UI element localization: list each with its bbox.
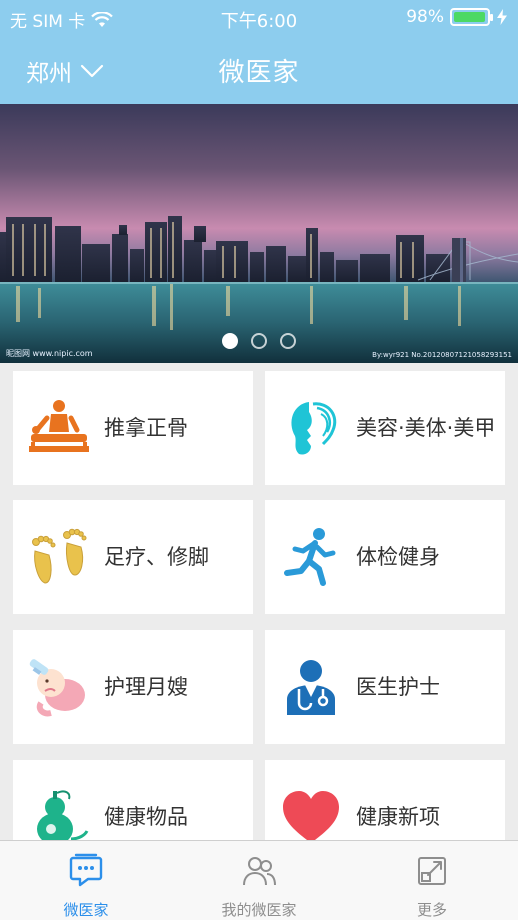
users-icon (243, 857, 276, 886)
tab-my-account[interactable]: 我的微医家 (173, 841, 345, 920)
charging-bolt-icon (497, 9, 507, 25)
tab-label: 微医家 (63, 901, 109, 919)
heart-icon (283, 791, 339, 840)
tab-home[interactable]: 微医家 (0, 841, 172, 920)
status-bar: 无 SIM 卡 下午6:00 98% (0, 0, 518, 36)
top-bar: 无 SIM 卡 下午6:00 98% 郑州 微医家 (0, 0, 518, 104)
running-man-icon (284, 528, 336, 586)
service-foot-care[interactable]: 足疗、修脚 (13, 500, 253, 614)
tab-bar: 微医家 我的微医家 更多 (0, 840, 518, 920)
service-doctor[interactable]: 医生护士 (265, 630, 505, 744)
service-nursing[interactable]: 护理月嫂 (13, 630, 253, 744)
carousel-dot-2[interactable] (251, 333, 267, 349)
service-grid: 推拿正骨 美容·美体·美甲 足疗、修脚 体检健身 护理月嫂 医生护士 健康物品 … (0, 363, 518, 840)
carousel-dot-1[interactable] (221, 333, 238, 349)
city-skyline-image (0, 216, 518, 363)
banner-carousel[interactable]: 昵图网 www.nipic.com By:wyr921 No.201208071… (0, 104, 518, 363)
service-new-health[interactable]: 健康新项 (265, 760, 505, 840)
nav-bar: 郑州 微医家 (0, 40, 518, 100)
service-massage[interactable]: 推拿正骨 (13, 371, 253, 485)
service-label: 医生护士 (356, 675, 440, 699)
service-health-goods[interactable]: 健康物品 (13, 760, 253, 840)
page-title: 微医家 (218, 58, 300, 88)
tab-label: 更多 (416, 901, 447, 919)
service-label: 护理月嫂 (104, 675, 188, 699)
service-label: 推拿正骨 (104, 416, 188, 440)
carousel-pagination (0, 333, 518, 353)
service-label: 美容·美体·美甲 (356, 416, 496, 440)
service-label: 体检健身 (356, 545, 440, 569)
tab-label: 我的微医家 (221, 901, 297, 919)
service-label: 足疗、修脚 (104, 545, 209, 569)
service-label: 健康新项 (356, 805, 440, 829)
carousel-dot-3[interactable] (280, 333, 297, 349)
external-link-icon (418, 857, 446, 885)
service-beauty[interactable]: 美容·美体·美甲 (265, 371, 505, 485)
battery-fill (454, 12, 486, 22)
service-label: 健康物品 (104, 805, 188, 829)
massage-icon (29, 400, 89, 452)
chat-bubble-icon (69, 853, 103, 887)
gourd-icon (37, 790, 89, 840)
status-right: 98% (406, 7, 508, 27)
footprints-icon (32, 528, 87, 584)
doctor-icon (287, 660, 335, 715)
baby-bottle-icon (29, 659, 85, 717)
tab-more[interactable]: 更多 (346, 841, 518, 920)
battery-icon (450, 8, 493, 26)
beauty-face-icon (291, 402, 337, 455)
service-fitness[interactable]: 体检健身 (265, 500, 505, 614)
battery-percent: 98% (406, 7, 444, 27)
